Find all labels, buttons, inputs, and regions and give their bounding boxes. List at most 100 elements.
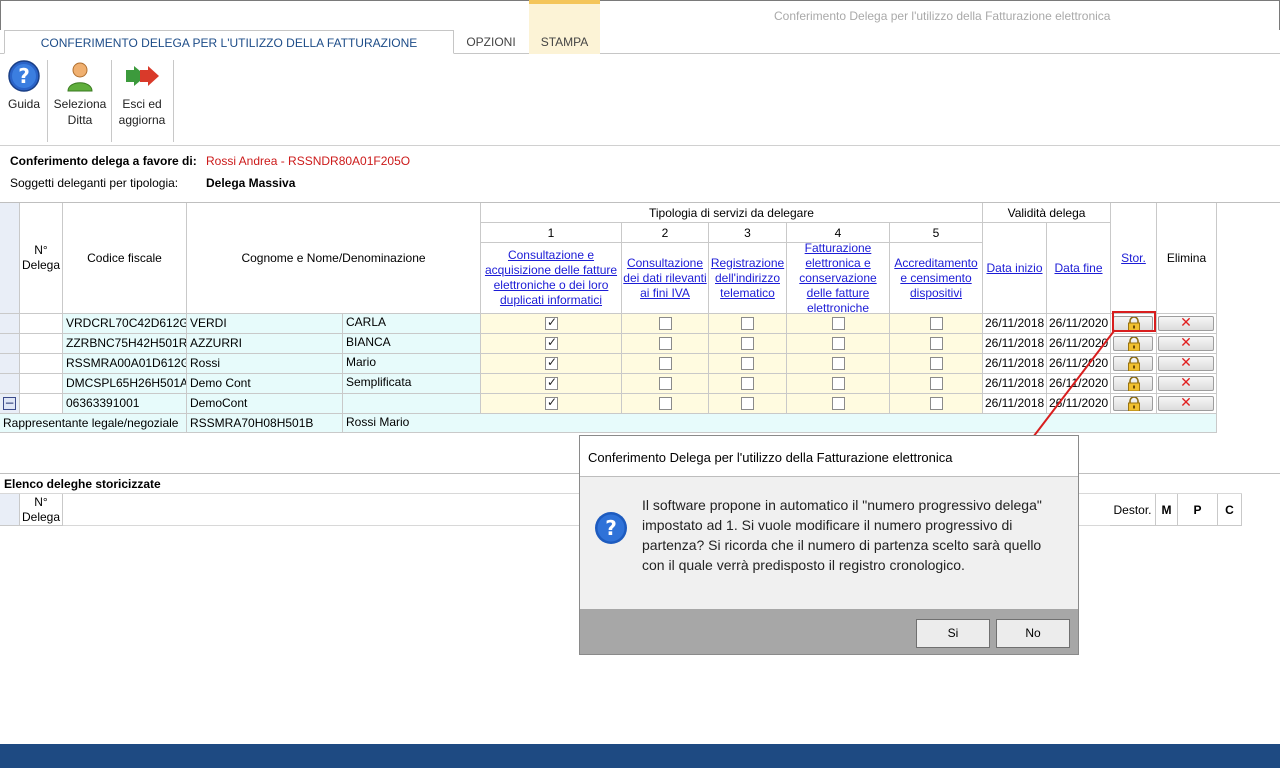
stor-link[interactable]: Stor. bbox=[1121, 251, 1146, 266]
service-1-checkbox[interactable] bbox=[545, 395, 558, 410]
ribbon-separator bbox=[173, 60, 174, 142]
service-1-checkbox[interactable] bbox=[545, 335, 558, 350]
service-4-cell bbox=[787, 394, 890, 414]
service-5-checkbox[interactable] bbox=[930, 397, 943, 410]
codice-fiscale-cell: 06363391001 bbox=[63, 394, 187, 414]
codice-fiscale-cell: VRDCRL70C42D612G bbox=[63, 314, 187, 334]
header-service-1-num: 1 bbox=[481, 223, 622, 243]
delete-button[interactable]: ✕ bbox=[1158, 336, 1214, 351]
service-5-checkbox[interactable] bbox=[930, 337, 943, 350]
delete-button[interactable]: ✕ bbox=[1158, 396, 1214, 411]
elimina-cell: ✕ bbox=[1157, 394, 1217, 414]
header-service-5-num: 5 bbox=[890, 223, 983, 243]
service-2-cell bbox=[622, 334, 709, 354]
exit-arrow-icon bbox=[126, 66, 159, 86]
row-indicator: − bbox=[0, 394, 20, 414]
tab-conferimento[interactable]: CONFERIMENTO DELEGA PER L'UTILIZZO DELLA… bbox=[4, 30, 454, 74]
service-3-checkbox[interactable] bbox=[741, 397, 754, 410]
cognome-cell: DemoCont bbox=[187, 394, 343, 414]
nome-cell bbox=[343, 394, 481, 414]
service-2-link[interactable]: Consultazione dei dati rilevanti ai fini… bbox=[622, 256, 708, 301]
service-2-cell bbox=[622, 354, 709, 374]
n-delega-cell bbox=[20, 374, 63, 394]
lower-header-c: C bbox=[1218, 494, 1242, 526]
status-bar bbox=[0, 744, 1280, 768]
service-2-checkbox[interactable] bbox=[659, 337, 672, 350]
padlock-icon bbox=[1128, 397, 1140, 411]
service-2-checkbox[interactable] bbox=[659, 377, 672, 390]
service-2-checkbox[interactable] bbox=[659, 317, 672, 330]
row-indicator-header bbox=[0, 203, 20, 314]
padlock-icon bbox=[1128, 337, 1140, 351]
delete-button[interactable]: ✕ bbox=[1158, 356, 1214, 371]
seleziona-label-1: Seleziona bbox=[53, 97, 107, 111]
dialog-title: Conferimento Delega per l'utilizzo della… bbox=[588, 450, 953, 465]
service-4-cell bbox=[787, 314, 890, 334]
header-service-3: Registrazione dell'indirizzo telematico bbox=[709, 243, 787, 314]
elimina-cell: ✕ bbox=[1157, 354, 1217, 374]
service-5-checkbox[interactable] bbox=[930, 357, 943, 370]
esci-label-1: Esci ed bbox=[122, 97, 162, 111]
service-3-checkbox[interactable] bbox=[741, 317, 754, 330]
service-2-cell bbox=[622, 314, 709, 334]
service-4-cell bbox=[787, 374, 890, 394]
ribbon-separator bbox=[47, 60, 48, 142]
header-data-inizio: Data inizio bbox=[983, 223, 1047, 314]
window-title: Conferimento Delega per l'utilizzo della… bbox=[774, 9, 1111, 23]
service-4-checkbox[interactable] bbox=[832, 357, 845, 370]
service-2-checkbox[interactable] bbox=[659, 397, 672, 410]
seleziona-ditta-button[interactable]: Seleziona Ditta bbox=[52, 60, 108, 128]
service-5-cell bbox=[890, 314, 983, 334]
service-1-link[interactable]: Consultazione e acquisizione delle fattu… bbox=[481, 248, 621, 308]
no-button[interactable]: No bbox=[996, 619, 1070, 648]
codice-fiscale-cell: DMCSPL65H26H501A bbox=[63, 374, 187, 394]
yes-button[interactable]: Si bbox=[916, 619, 990, 648]
service-3-cell bbox=[709, 394, 787, 414]
service-5-cell bbox=[890, 374, 983, 394]
tab-stampa[interactable]: STAMPA bbox=[529, 30, 600, 54]
rappresentante-cf: RSSMRA70H08H501B bbox=[187, 414, 343, 433]
service-5-checkbox[interactable] bbox=[930, 377, 943, 390]
service-1-cell bbox=[481, 394, 622, 414]
service-1-checkbox[interactable] bbox=[545, 315, 558, 330]
service-1-checkbox[interactable] bbox=[545, 375, 558, 390]
header-service-5: Accreditamento e censimento dispositivi bbox=[890, 243, 983, 314]
header-n-delega: N° Delega bbox=[20, 203, 63, 314]
n-delega-cell bbox=[20, 354, 63, 374]
service-1-cell bbox=[481, 374, 622, 394]
padlock-icon bbox=[1128, 357, 1140, 371]
service-3-link[interactable]: Registrazione dell'indirizzo telematico bbox=[709, 256, 786, 301]
service-5-checkbox[interactable] bbox=[930, 317, 943, 330]
nome-cell: BIANCA bbox=[343, 334, 481, 354]
cognome-cell: AZZURRI bbox=[187, 334, 343, 354]
service-4-checkbox[interactable] bbox=[832, 377, 845, 390]
favore-value: Rossi Andrea - RSSNDR80A01F205O bbox=[206, 154, 411, 168]
service-3-checkbox[interactable] bbox=[741, 337, 754, 350]
lower-header-n-delega: N° Delega bbox=[20, 494, 63, 526]
dialog-footer: Si No bbox=[580, 609, 1078, 654]
service-4-checkbox[interactable] bbox=[832, 397, 845, 410]
header-data-fine: Data fine bbox=[1047, 223, 1111, 314]
service-4-checkbox[interactable] bbox=[832, 337, 845, 350]
cognome-cell: Rossi bbox=[187, 354, 343, 374]
tipologia-label: Soggetti deleganti per tipologia: bbox=[10, 176, 179, 190]
service-1-checkbox[interactable] bbox=[545, 355, 558, 370]
service-4-link[interactable]: Fatturazione elettronica e conservazione… bbox=[787, 243, 889, 313]
delete-button[interactable]: ✕ bbox=[1158, 376, 1214, 391]
delete-button[interactable]: ✕ bbox=[1158, 316, 1214, 331]
service-2-checkbox[interactable] bbox=[659, 357, 672, 370]
tab-opzioni[interactable]: OPZIONI bbox=[455, 30, 527, 54]
collapse-toggle-icon[interactable]: − bbox=[3, 397, 16, 410]
service-3-checkbox[interactable] bbox=[741, 357, 754, 370]
cognome-cell: Demo Cont bbox=[187, 374, 343, 394]
esci-aggiorna-button[interactable]: Esci ed aggiorna bbox=[114, 60, 170, 128]
storicizzate-title: Elenco deleghe storicizzate bbox=[4, 477, 161, 491]
service-3-checkbox[interactable] bbox=[741, 377, 754, 390]
service-5-link[interactable]: Accreditamento e censimento dispositivi bbox=[890, 256, 982, 301]
delete-x-icon: ✕ bbox=[1180, 395, 1192, 411]
service-4-checkbox[interactable] bbox=[832, 317, 845, 330]
row-indicator bbox=[0, 354, 20, 374]
guida-button[interactable]: ? Guida bbox=[4, 60, 44, 112]
data-fine-link[interactable]: Data fine bbox=[1054, 261, 1102, 276]
data-inizio-link[interactable]: Data inizio bbox=[986, 261, 1042, 276]
